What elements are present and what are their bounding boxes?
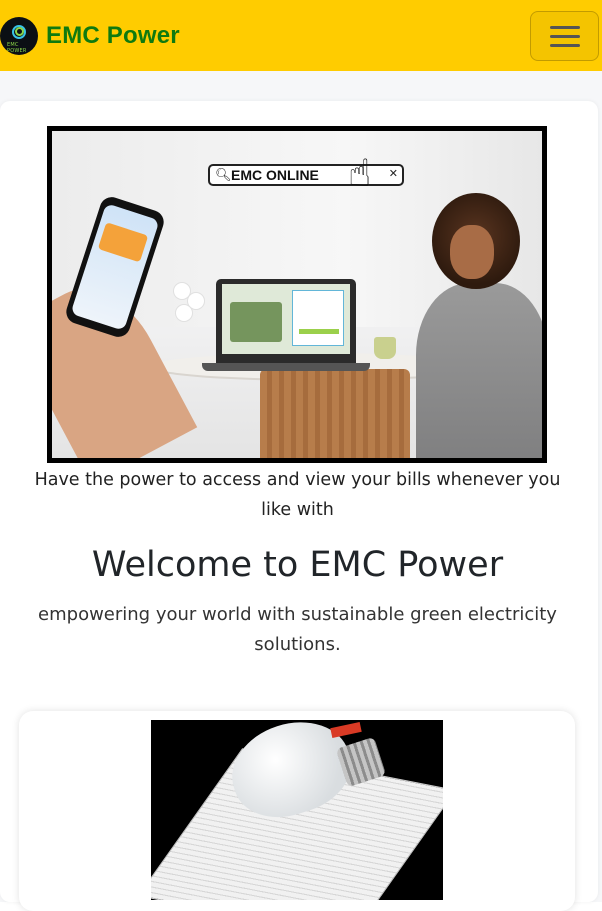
top-navbar: EMC POWER EMC Power xyxy=(0,0,602,71)
close-icon: ✕ xyxy=(388,167,398,180)
bill-card xyxy=(19,711,575,911)
page-title: Welcome to EMC Power xyxy=(91,545,504,585)
mug-graphic xyxy=(374,337,396,359)
hero-tagline: Have the power to access and view your b… xyxy=(34,470,561,520)
laptop-base xyxy=(202,363,370,371)
laptop-login-btn xyxy=(299,329,339,334)
pointer-hand-icon: ☝ xyxy=(348,151,372,195)
brand-logo: EMC POWER xyxy=(0,17,38,55)
search-icon: 🔍︎ xyxy=(215,168,232,183)
laptop-graphic xyxy=(202,279,370,371)
flowers-graphic xyxy=(170,281,210,337)
laptop-screen xyxy=(222,284,350,354)
hero-image: 🔍︎ EMC ONLINE ✕ ☝ xyxy=(47,126,547,463)
laptop-screen-deco xyxy=(230,302,282,342)
laptop-login-panel xyxy=(292,290,344,346)
woman-face xyxy=(450,225,494,279)
hero-search-text: EMC ONLINE xyxy=(231,167,319,183)
logo-ring-inner-icon xyxy=(15,27,24,36)
hamburger-icon xyxy=(550,35,580,38)
woman-suit xyxy=(416,283,542,458)
bill-red-stripe xyxy=(330,721,362,739)
menu-toggle-button[interactable] xyxy=(530,11,599,61)
bill-image xyxy=(151,720,443,900)
hero-table-base xyxy=(260,369,410,458)
page-subtitle: empowering your world with sustainable g… xyxy=(38,604,557,655)
hamburger-icon xyxy=(550,26,580,29)
woman-graphic xyxy=(398,191,542,458)
hero-search-graphic: 🔍︎ EMC ONLINE ✕ xyxy=(208,164,404,186)
flower xyxy=(188,293,204,309)
logo-text: EMC POWER xyxy=(7,42,27,54)
flower xyxy=(176,305,192,321)
flower xyxy=(174,283,190,299)
brand-link[interactable]: EMC POWER EMC Power xyxy=(0,17,180,55)
phone-card xyxy=(97,222,149,263)
brand-name: EMC Power xyxy=(46,22,180,49)
hamburger-icon xyxy=(550,44,580,47)
